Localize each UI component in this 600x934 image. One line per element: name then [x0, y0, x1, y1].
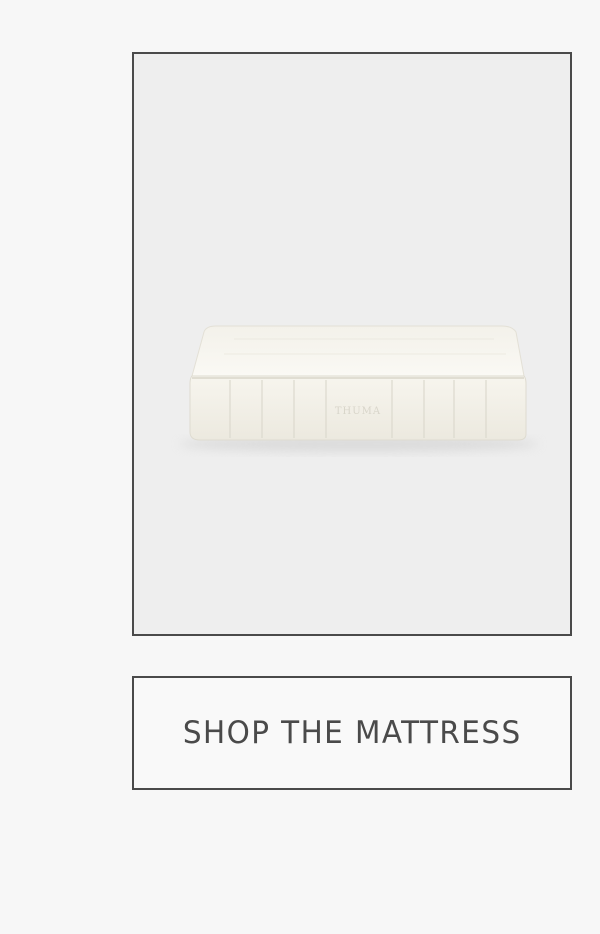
product-image[interactable]: THUMA [132, 52, 572, 636]
page: THUMA SHOP THE MATTRESS [0, 0, 600, 934]
shop-mattress-button[interactable]: SHOP THE MATTRESS [132, 676, 572, 790]
brand-logo: THUMA [335, 406, 381, 417]
mattress-illustration: THUMA [179, 325, 539, 452]
mattress-top [191, 325, 525, 377]
shop-mattress-label: SHOP THE MATTRESS [182, 715, 522, 751]
